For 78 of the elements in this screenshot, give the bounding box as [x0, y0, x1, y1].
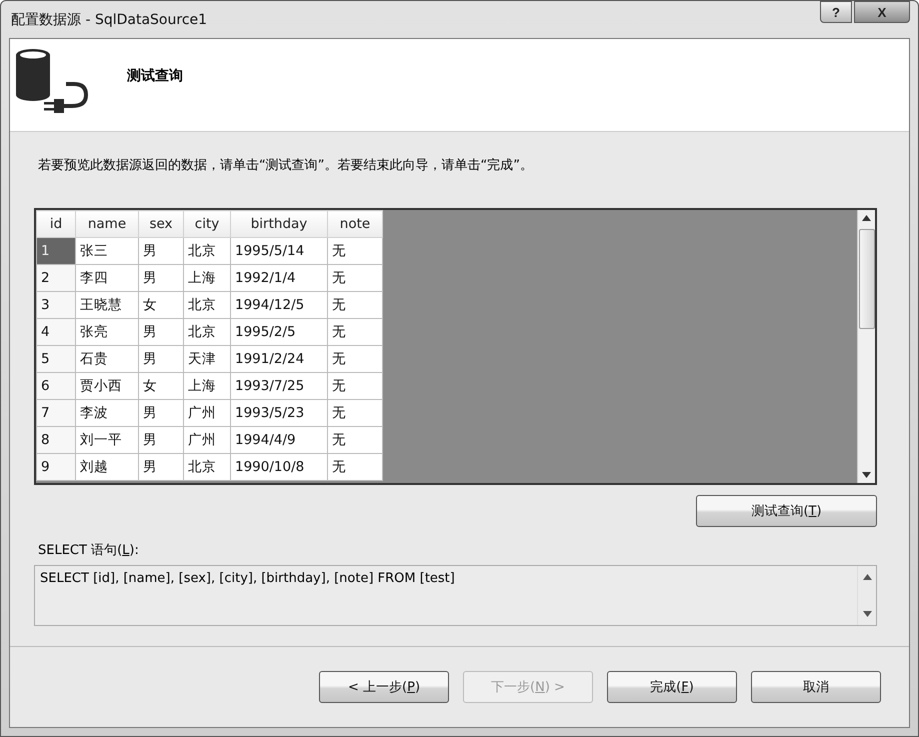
table-cell: 北京	[184, 454, 230, 480]
test-query-button[interactable]: 测试查询(T)	[696, 495, 877, 527]
table-cell: 无	[328, 346, 382, 372]
help-button[interactable]: ?	[820, 1, 852, 23]
table-cell: 贾小西	[76, 372, 138, 400]
table-cell: 男	[138, 400, 184, 426]
table-cell: 李波	[76, 400, 138, 426]
scroll-down-icon[interactable]	[862, 611, 872, 617]
table-cell: 1991/2/24	[230, 346, 328, 372]
table-cell: 男	[138, 318, 184, 346]
close-button[interactable]: X	[854, 1, 910, 23]
table-cell: 王晓慧	[76, 292, 138, 318]
instruction-text: 若要预览此数据源返回的数据，请单击“测试查询”。若要结束此向导，请单击“完成”。	[38, 157, 534, 175]
page-title: 测试查询	[127, 67, 183, 85]
select-statement-label: SELECT 语句(L):	[38, 542, 139, 559]
row-number-cell[interactable]: 7	[36, 400, 76, 426]
table-cell: 天津	[184, 346, 230, 372]
table-cell: 1995/2/5	[230, 318, 328, 346]
vertical-scrollbar[interactable]	[857, 210, 875, 483]
row-number-cell[interactable]: 5	[36, 346, 76, 372]
row-number-cell[interactable]: 8	[36, 426, 76, 454]
table-cell: 北京	[184, 292, 230, 318]
column-header[interactable]: note	[328, 210, 382, 238]
table-cell: 男	[138, 454, 184, 480]
table-cell: 1994/12/5	[230, 292, 328, 318]
column-header[interactable]: city	[184, 210, 230, 238]
table-cell: 上海	[184, 264, 230, 292]
row-number-cell[interactable]: 3	[36, 292, 76, 318]
table-cell: 张亮	[76, 318, 138, 346]
window-title: 配置数据源 - SqlDataSource1	[10, 10, 208, 28]
row-number-cell[interactable]: 1	[36, 238, 76, 264]
row-number-cell[interactable]: 6	[36, 372, 76, 400]
table-cell: 刘越	[76, 454, 138, 480]
table-cell: 1994/4/9	[230, 426, 328, 454]
table-cell: 无	[328, 372, 382, 400]
table-cell: 北京	[184, 238, 230, 264]
table-cell: 无	[328, 238, 382, 264]
table-cell: 男	[138, 426, 184, 454]
scroll-up-icon[interactable]	[862, 574, 872, 580]
table-cell: 石贵	[76, 346, 138, 372]
scroll-up-icon[interactable]	[862, 215, 871, 221]
table-cell: 1993/5/23	[230, 400, 328, 426]
table-cell: 男	[138, 264, 184, 292]
table-cell: 广州	[184, 400, 230, 426]
row-number-cell[interactable]: 4	[36, 318, 76, 346]
scroll-thumb[interactable]	[858, 229, 874, 329]
wizard-button[interactable]: < 上一步(P)	[319, 671, 449, 703]
select-statement-text: SELECT [id], [name], [sex], [city], [birthday], [note] FROM [test]	[39, 570, 456, 588]
column-header[interactable]: name	[76, 210, 138, 238]
wizard-button[interactable]: 完成(F)	[607, 671, 737, 703]
table-cell: 无	[328, 318, 382, 346]
column-header[interactable]: id	[36, 210, 76, 238]
row-number-cell[interactable]: 2	[36, 264, 76, 292]
table-cell: 男	[138, 346, 184, 372]
table-cell: 1990/10/8	[230, 454, 328, 480]
table-cell: 上海	[184, 372, 230, 400]
row-number-cell[interactable]: 9	[36, 454, 76, 480]
column-header[interactable]: sex	[138, 210, 184, 238]
select-statement-box[interactable]: SELECT [id], [name], [sex], [city], [birthday], [note] FROM [test]	[34, 565, 877, 626]
table-cell: 1995/5/14	[230, 238, 328, 264]
table-cell: 无	[328, 264, 382, 292]
scroll-down-icon[interactable]	[862, 472, 871, 478]
table-cell: 北京	[184, 318, 230, 346]
table-cell: 刘一平	[76, 426, 138, 454]
table-cell: 无	[328, 400, 382, 426]
wizard-button[interactable]: 取消	[751, 671, 881, 703]
table-cell: 张三	[76, 238, 138, 264]
table-cell: 李四	[76, 264, 138, 292]
table-cell: 广州	[184, 426, 230, 454]
table-cell: 女	[138, 292, 184, 318]
table-cell: 无	[328, 292, 382, 318]
table-cell: 无	[328, 426, 382, 454]
column-header[interactable]: birthday	[230, 210, 328, 238]
table-cell: 1992/1/4	[230, 264, 328, 292]
table-cell: 男	[138, 238, 184, 264]
table-cell: 1993/7/25	[230, 372, 328, 400]
table-cell: 无	[328, 454, 382, 480]
table-cell: 女	[138, 372, 184, 400]
